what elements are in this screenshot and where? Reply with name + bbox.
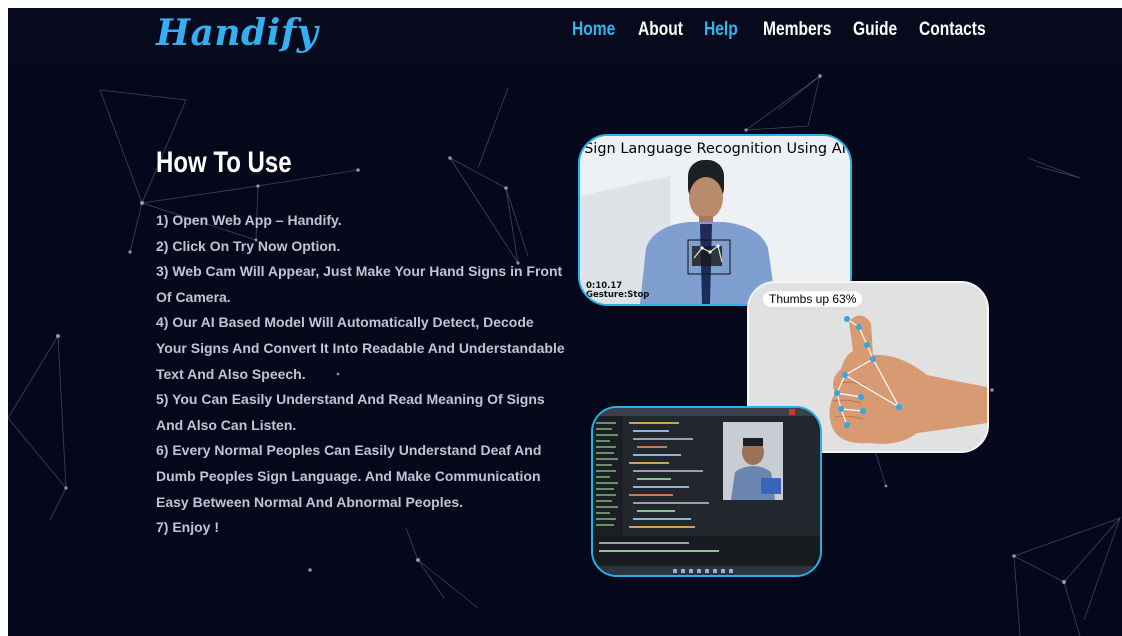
step-item: 5) You Can Easily Understand And Read Me… bbox=[156, 391, 545, 433]
nav-link-guide[interactable]: Guide bbox=[853, 18, 897, 42]
step-item: 2) Click On Try Now Option. bbox=[156, 237, 341, 254]
top-navbar: Handify Home About Help Members Guide Co… bbox=[8, 8, 1122, 64]
step-item: 3) Web Cam Will Appear, Just Make Your H… bbox=[156, 263, 563, 305]
nav-link-about[interactable]: About bbox=[638, 18, 683, 42]
thumbs-up-label: Thumbs up 63% bbox=[763, 291, 863, 307]
nav-link-home[interactable]: Home bbox=[572, 18, 615, 42]
handify-logo[interactable]: Handify bbox=[156, 8, 318, 58]
nav-link-contacts[interactable]: Contacts bbox=[919, 18, 986, 42]
webcam-demo-caption: Sign Language Recognition Using AI bbox=[584, 141, 846, 157]
step-item: 4) Our AI Based Model Will Automatically… bbox=[156, 314, 565, 382]
webcam-gesture-text: Gesture:Stop bbox=[586, 290, 650, 300]
nav-link-members[interactable]: Members bbox=[763, 18, 831, 42]
page: Handify Home About Help Members Guide Co… bbox=[8, 8, 1122, 636]
step-item: 1) Open Web App – Handify. bbox=[156, 212, 342, 228]
how-to-use-steps: 1) Open Web App – Handify. 2) Click On T… bbox=[156, 208, 566, 541]
step-item: 7) Enjoy ! bbox=[156, 519, 220, 536]
webcam-demo-illustration bbox=[580, 136, 850, 304]
code-editor-illustration bbox=[593, 408, 820, 575]
nav-link-help[interactable]: Help bbox=[704, 18, 738, 42]
how-to-use-title: How To Use bbox=[156, 146, 292, 179]
webcam-overlay-text: 0:10.17 Gesture:Stop bbox=[586, 282, 649, 300]
step-item: 6) Every Normal Peoples Can Easily Under… bbox=[156, 442, 542, 510]
code-editor-image bbox=[591, 406, 822, 577]
